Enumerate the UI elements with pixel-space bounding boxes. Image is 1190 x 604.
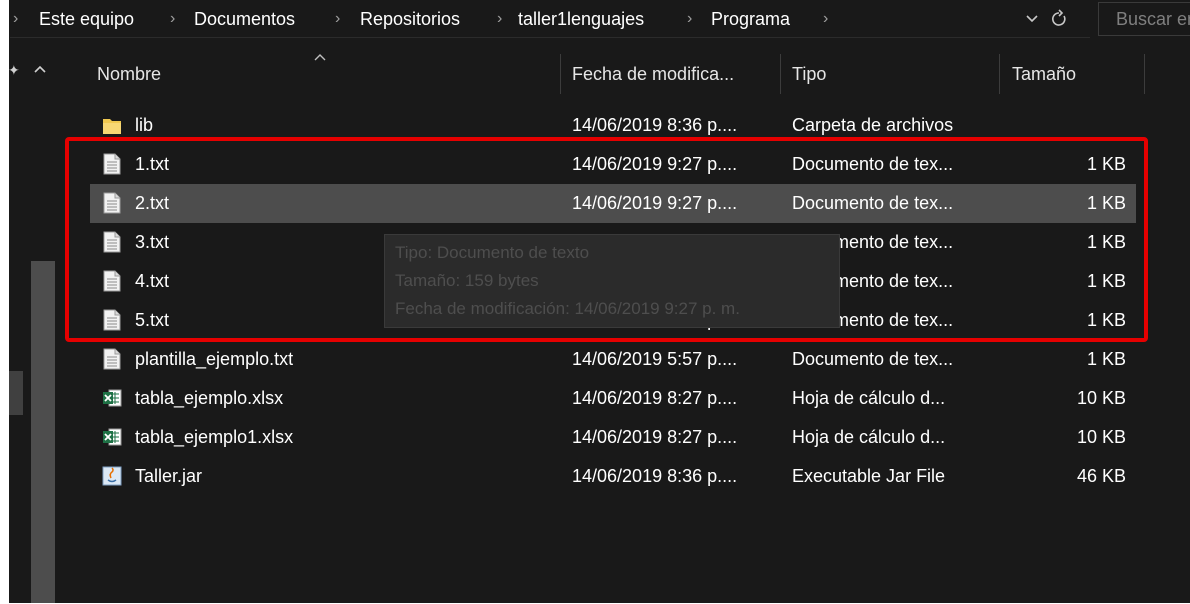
navigation-selected-item[interactable]	[9, 371, 23, 415]
navigation-pane: ✦	[0, 40, 62, 604]
file-explorer-window: › Este equipo › Documentos › Repositorio…	[0, 0, 1190, 604]
breadcrumb-item-este-equipo[interactable]: Este equipo	[39, 6, 134, 32]
scroll-up-icon[interactable]	[34, 60, 46, 76]
column-divider[interactable]	[1144, 54, 1145, 94]
excel-file-icon	[102, 426, 122, 448]
search-box[interactable]: Buscar en Programa	[1098, 2, 1190, 36]
screenshot-border	[0, 0, 9, 604]
pin-icon[interactable]: ✦	[8, 62, 20, 79]
sort-ascending-icon	[314, 48, 326, 64]
file-row[interactable]: plantilla_ejemplo.txt 14/06/2019 5:57 p..…	[90, 340, 1136, 379]
file-size: 10 KB	[1076, 388, 1126, 408]
breadcrumb-separator-icon[interactable]: ›	[335, 6, 340, 32]
file-date-modified: 14/06/2019 8:36 p....	[572, 466, 738, 486]
file-type: Executable Jar File	[792, 466, 946, 486]
breadcrumb-chevron-icon[interactable]: ›	[13, 6, 18, 32]
address-bar-row: › Este equipo › Documentos › Repositorio…	[0, 0, 1190, 38]
file-row[interactable]: Taller.jar 14/06/2019 8:36 p.... Executabl…	[90, 457, 1136, 496]
breadcrumb-item-documentos[interactable]: Documentos	[194, 6, 295, 32]
file-name: Taller.jar	[135, 466, 203, 486]
excel-file-icon	[102, 387, 122, 409]
folder-icon	[102, 114, 122, 136]
file-size: 46 KB	[1076, 466, 1126, 486]
breadcrumb-separator-icon[interactable]: ›	[170, 6, 175, 32]
history-dropdown-icon[interactable]	[1025, 6, 1039, 32]
text-file-icon	[102, 348, 122, 370]
column-header-name[interactable]: Nombre	[97, 56, 161, 92]
file-name: plantilla_ejemplo.txt	[135, 349, 294, 369]
file-date-modified: 14/06/2019 8:27 p....	[572, 427, 738, 447]
file-type: Documento de tex...	[792, 349, 954, 369]
breadcrumb-separator-icon[interactable]: ›	[823, 6, 828, 32]
navigation-scrollbar-thumb[interactable]	[31, 261, 55, 604]
breadcrumb-separator-icon[interactable]: ›	[497, 6, 502, 32]
breadcrumb-item-repositorios[interactable]: Repositorios	[360, 6, 460, 32]
search-input[interactable]: Buscar en Programa	[1116, 9, 1190, 30]
column-divider[interactable]	[560, 54, 561, 94]
file-date-modified: 14/06/2019 8:27 p....	[572, 388, 738, 408]
breadcrumb-item-taller1lenguajes[interactable]: taller1lenguajes	[518, 6, 644, 32]
java-jar-icon	[102, 465, 122, 487]
red-highlight-box	[65, 137, 1148, 342]
column-header-type[interactable]: Tipo	[792, 56, 826, 92]
file-row[interactable]: tabla_ejemplo1.xlsx 14/06/2019 8:27 p....…	[90, 418, 1136, 457]
column-header-size[interactable]: Tamaño	[1012, 56, 1076, 92]
column-header-date[interactable]: Fecha de modifica...	[572, 56, 734, 92]
breadcrumb-separator-icon[interactable]: ›	[687, 6, 692, 32]
address-bar[interactable]: › Este equipo › Documentos › Repositorio…	[10, 0, 1090, 38]
file-type: Hoja de cálculo d...	[792, 388, 946, 408]
refresh-icon[interactable]	[1050, 6, 1068, 32]
file-size: 10 KB	[1076, 427, 1126, 447]
file-date-modified: 14/06/2019 5:57 p....	[572, 349, 738, 369]
breadcrumb-item-programa[interactable]: Programa	[711, 6, 790, 32]
column-divider[interactable]	[999, 54, 1000, 94]
file-name: tabla_ejemplo.xlsx	[135, 388, 284, 408]
file-size: 1 KB	[1086, 349, 1126, 369]
file-name: tabla_ejemplo1.xlsx	[135, 427, 294, 447]
file-type: Hoja de cálculo d...	[792, 427, 946, 447]
file-row[interactable]: tabla_ejemplo.xlsx 14/06/2019 8:27 p.... H…	[90, 379, 1136, 418]
column-divider[interactable]	[780, 54, 781, 94]
